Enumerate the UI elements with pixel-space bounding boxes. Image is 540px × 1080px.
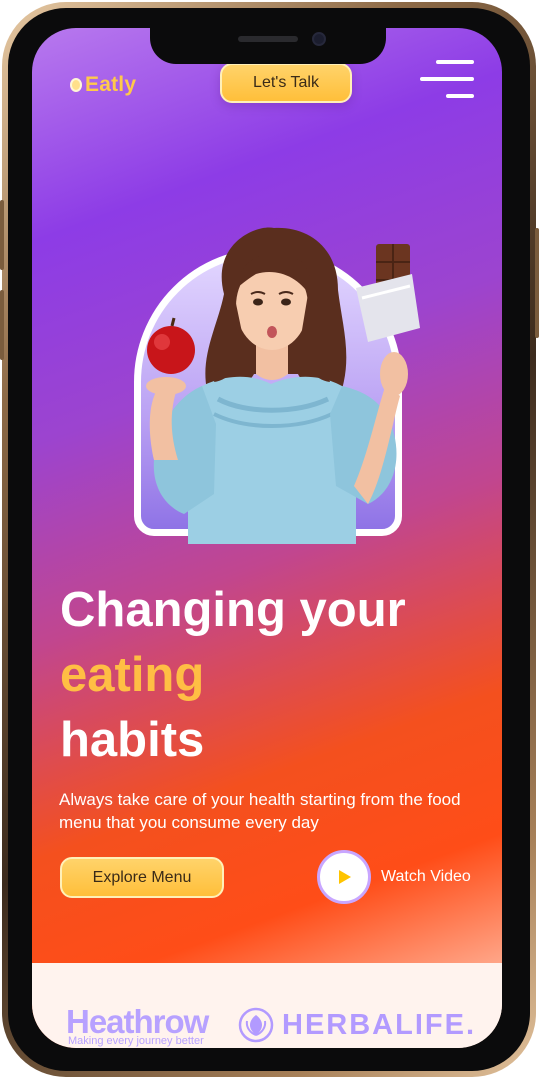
phone-side-button [535,228,539,338]
speaker-grille [238,36,298,42]
brand-logo[interactable]: Eatly [70,73,136,97]
headline-line-1: Changing your [60,583,406,637]
front-camera [312,32,326,46]
headline-line-3: habits [60,713,205,767]
heathrow-tagline: Making every journey better [68,1035,204,1047]
herbalife-logo: HERBALIFE. [238,1007,476,1043]
hero-subtitle: Always take care of your health starting… [59,790,461,832]
hamburger-menu-icon[interactable] [420,60,474,100]
headline-accent: eating [60,648,205,702]
hero-illustration [106,224,436,554]
lets-talk-button[interactable]: Let's Talk [220,63,352,103]
app-screen: Eatly Let's Talk Changing your eating ha… [32,28,502,1048]
herbalife-name: HERBALIFE. [282,1008,476,1041]
watch-video-button[interactable]: Watch Video [317,850,471,904]
phone-notch [150,28,386,64]
explore-menu-button[interactable]: Explore Menu [60,857,224,898]
phone-side-button [0,200,4,270]
herbalife-leaf-icon [238,1007,274,1043]
watch-video-label: Watch Video [381,868,471,885]
woman-holding-apple-and-chocolate-image [146,227,420,544]
egg-logo-icon [70,78,82,92]
brand-name: Eatly [85,73,137,96]
play-icon[interactable] [317,850,371,904]
hero-headline: Changing your eating habits [60,578,500,773]
phone-side-button [0,290,4,360]
partners-strip: Heathrow Making every journey better HER… [32,963,502,1048]
